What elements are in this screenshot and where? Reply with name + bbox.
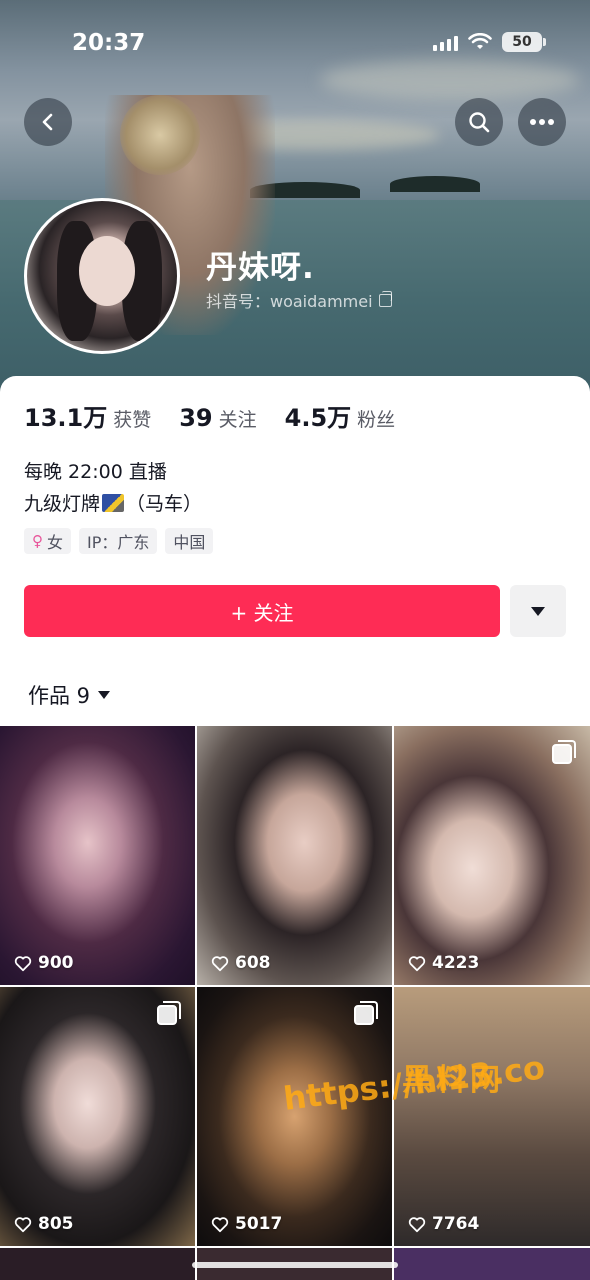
home-indicator[interactable] <box>192 1262 398 1268</box>
search-button[interactable] <box>455 98 503 146</box>
tab-works[interactable]: 作品 9 <box>28 680 111 710</box>
stat-value: 4.5万 <box>284 404 352 432</box>
status-icons: 50 <box>433 32 546 52</box>
bio-line-2-suffix: （马车） <box>126 493 203 515</box>
like-count-value: 608 <box>235 953 271 973</box>
search-icon <box>469 112 490 133</box>
work-item[interactable]: 608 <box>197 726 392 985</box>
follow-button[interactable]: + 关注 <box>24 585 500 637</box>
bio-line-2-prefix: 九级灯牌 <box>24 493 101 515</box>
fan-badge-icon <box>102 493 125 512</box>
signal-icon <box>433 33 458 51</box>
douyin-id[interactable]: 抖音号：woaidammei <box>206 288 392 312</box>
battery-icon: 50 <box>502 32 546 52</box>
recommend-dropdown-button[interactable] <box>510 585 566 637</box>
like-count: 5017 <box>211 1214 282 1234</box>
work-item[interactable]: 7764 <box>394 987 590 1246</box>
heart-icon <box>14 1216 32 1232</box>
heart-icon <box>408 1216 426 1232</box>
more-button[interactable] <box>518 98 566 146</box>
like-count: 7764 <box>408 1214 479 1234</box>
like-count-value: 900 <box>38 953 74 973</box>
work-item[interactable]: 900 <box>0 726 195 985</box>
like-count: 4223 <box>408 953 479 973</box>
copy-icon[interactable] <box>378 290 392 307</box>
like-count: 608 <box>211 953 271 973</box>
stat-value: 13.1万 <box>24 404 108 432</box>
status-time: 20:37 <box>72 30 146 56</box>
stat-following[interactable]: 39 关注 <box>179 404 256 432</box>
like-count-value: 805 <box>38 1214 74 1234</box>
female-icon: ♀ <box>32 532 43 550</box>
like-count: 900 <box>14 953 74 973</box>
multi-image-icon <box>354 1001 378 1025</box>
tag-label: 女 <box>47 533 64 552</box>
profile-stats: 13.1万 获赞 39 关注 4.5万 粉丝 <box>24 398 423 433</box>
stat-label: 获赞 <box>113 409 152 431</box>
stat-label: 粉丝 <box>357 409 396 431</box>
avatar[interactable] <box>24 198 180 354</box>
multi-image-icon <box>552 740 576 764</box>
stat-followers[interactable]: 4.5万 粉丝 <box>285 398 396 433</box>
follow-button-label: + 关注 <box>230 600 294 625</box>
tab-works-label: 作品 9 <box>28 684 91 708</box>
douyin-id-text: 抖音号：woaidammei <box>206 292 373 311</box>
stat-value: 39 <box>179 404 213 432</box>
bio-line-2: 九级灯牌 （马车） <box>24 489 202 516</box>
work-item[interactable]: 805 <box>0 987 195 1246</box>
heart-icon <box>408 955 426 971</box>
like-count-value: 4223 <box>432 953 480 973</box>
tag-label: 中国 <box>173 533 206 552</box>
bio-line-1: 每晚 22:00 直播 <box>24 461 167 483</box>
like-count: 805 <box>14 1214 74 1234</box>
work-item[interactable] <box>394 1248 590 1280</box>
heart-icon <box>211 1216 229 1232</box>
nickname: 丹妹呀. <box>206 250 315 286</box>
stat-label: 关注 <box>218 409 257 431</box>
caret-down-icon <box>531 606 545 616</box>
multi-image-icon <box>157 1001 181 1025</box>
more-icon <box>530 119 554 125</box>
tag-label: IP：广东 <box>87 533 150 552</box>
tag-ip: IP：广东 <box>79 528 158 554</box>
heart-icon <box>211 955 229 971</box>
chevron-left-icon <box>42 113 53 131</box>
caret-down-icon <box>98 691 111 699</box>
wifi-icon <box>468 33 492 49</box>
back-button[interactable] <box>24 98 72 146</box>
like-count-value: 7764 <box>432 1214 480 1234</box>
heart-icon <box>14 955 32 971</box>
works-grid: 900 608 4223 805 5017 7764 <box>0 726 590 1280</box>
like-count-value: 5017 <box>235 1214 283 1234</box>
work-item[interactable] <box>0 1248 195 1280</box>
work-item[interactable]: 4223 <box>394 726 590 985</box>
stat-likes[interactable]: 13.1万 获赞 <box>24 398 151 433</box>
tag-gender: ♀ 女 <box>24 528 72 554</box>
tag-country: 中国 <box>165 528 214 554</box>
profile-tags: ♀ 女 IP：广东 中国 <box>24 528 214 554</box>
